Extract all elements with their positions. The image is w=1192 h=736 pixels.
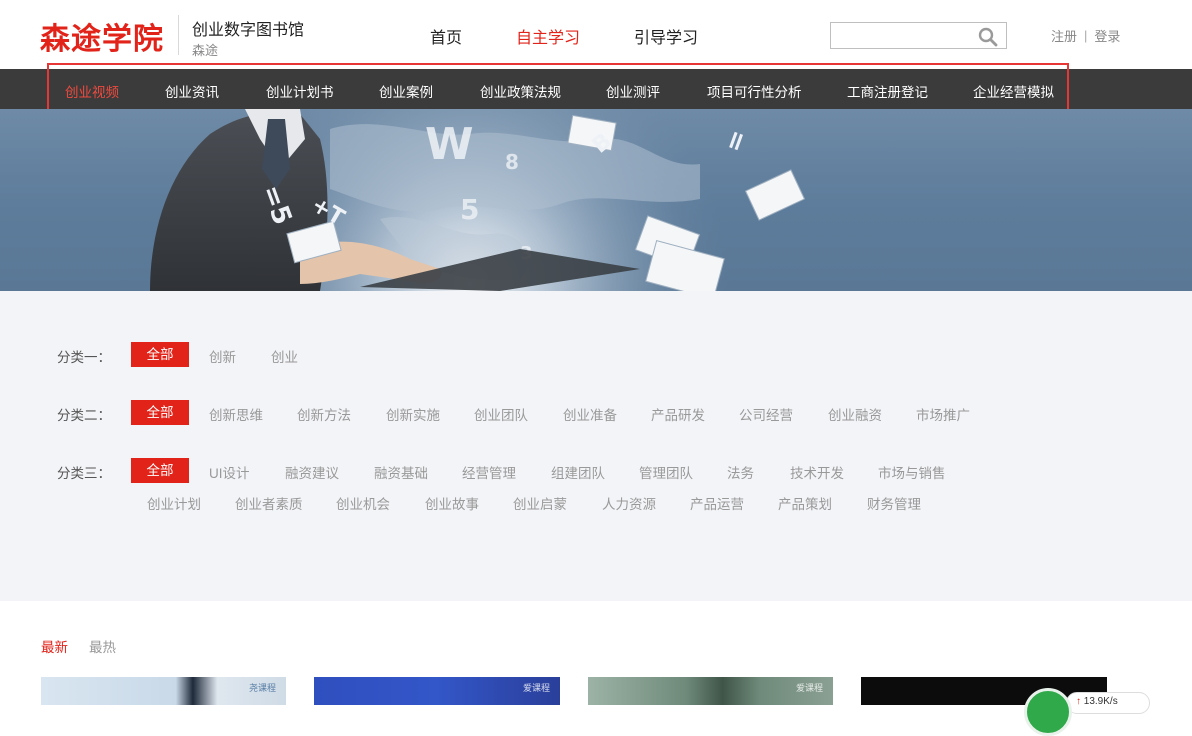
filter-row2-tag[interactable]: 创新实施 (386, 404, 440, 424)
network-speed-widget[interactable]: ↑ 13.9K/s (1024, 688, 1150, 736)
filter-row1-all[interactable]: 全部 (131, 342, 189, 367)
filter-row2-tag[interactable]: 公司经营 (739, 404, 793, 424)
speed-readout: ↑ 13.9K/s (1076, 696, 1118, 707)
filter-row3-tag[interactable]: 经营管理 (462, 462, 516, 482)
nav-self-study[interactable]: 自主学习 (516, 24, 580, 48)
filter-row1-tag[interactable]: 创新 (209, 346, 236, 366)
filter-row3-tag[interactable]: 管理团队 (639, 462, 693, 482)
nav-guided-study[interactable]: 引导学习 (634, 24, 698, 48)
video-card[interactable]: 爱课程 (314, 677, 560, 705)
video-card[interactable]: 爱课程 (588, 677, 833, 705)
top-nav: 首页 自主学习 引导学习 (430, 24, 698, 48)
category-bar-highlight-frame (47, 63, 1069, 112)
filter-row3-tag[interactable]: 法务 (727, 462, 754, 482)
filter-row3-all[interactable]: 全部 (131, 458, 189, 483)
filter-row3-tag[interactable]: 产品运营 (690, 493, 744, 513)
filter-row3-tag[interactable]: 融资建议 (285, 462, 339, 482)
site-header: 森途学院 创业数字图书馆 森途 首页 自主学习 引导学习 注册 | 登录 (0, 0, 1192, 69)
banner-image: W =5 +T 5 8 = B 3 (0, 109, 1192, 291)
card-watermark: 爱课程 (795, 683, 823, 693)
svg-text:W: W (425, 119, 474, 170)
filter-row2-all[interactable]: 全部 (131, 400, 189, 425)
search-input[interactable] (831, 23, 971, 48)
filter-row3-tag[interactable]: 创业者素质 (235, 493, 303, 513)
card-watermark: 爱课程 (522, 683, 550, 693)
filter-row2-tag[interactable]: 创业准备 (563, 404, 617, 424)
speed-ring-icon (1024, 688, 1072, 736)
filter-row3-label: 分类三： (57, 466, 111, 481)
library-subtitle: 森途 (192, 43, 219, 58)
filter-row2-tag[interactable]: 市场推广 (916, 404, 970, 424)
filter-panel: 分类一： 全部 创新 创业 分类二： 全部 创新思维 创新方法 创新实施 创业团… (0, 291, 1192, 601)
filter-row1-label: 分类一： (57, 350, 111, 365)
card-watermark: 尧课程 (248, 683, 276, 693)
filter-row2-tag[interactable]: 创业团队 (474, 404, 528, 424)
video-card[interactable]: 尧课程 (41, 677, 286, 705)
filter-row3-tag[interactable]: 融资基础 (374, 462, 428, 482)
login-link[interactable]: 登录 (1094, 26, 1120, 45)
filter-row2-label: 分类二： (57, 408, 111, 423)
auth-separator: | (1084, 28, 1088, 43)
register-link[interactable]: 注册 (1051, 26, 1077, 45)
filter-row3-tag[interactable]: UI设计 (209, 462, 250, 482)
svg-text:5: 5 (460, 193, 479, 226)
svg-text:8: 8 (505, 150, 519, 174)
hero-banner: W =5 +T 5 8 = B 3 (0, 109, 1192, 291)
nav-home[interactable]: 首页 (430, 24, 462, 48)
sort-newest-tab[interactable]: 最新 (41, 636, 68, 656)
auth-links: 注册 | 登录 (1051, 26, 1120, 45)
filter-row3-tag[interactable]: 组建团队 (551, 462, 605, 482)
upload-arrow-icon: ↑ (1076, 696, 1081, 707)
filter-row2-tag[interactable]: 产品研发 (651, 404, 705, 424)
search-icon[interactable] (978, 27, 998, 47)
filter-row3-tag[interactable]: 人力资源 (602, 493, 656, 513)
site-logo[interactable]: 森途学院 (40, 14, 164, 58)
filter-row3-tag[interactable]: 财务管理 (867, 493, 921, 513)
filter-row3-tag[interactable]: 市场与销售 (878, 462, 946, 482)
filter-row3-tag[interactable]: 创业计划 (147, 493, 201, 513)
logo-divider (178, 15, 179, 55)
filter-row3-tag[interactable]: 产品策划 (778, 493, 832, 513)
sort-hottest-tab[interactable]: 最热 (89, 636, 116, 656)
filter-row2-tag[interactable]: 创新方法 (297, 404, 351, 424)
filter-row2-tag[interactable]: 创新思维 (209, 404, 263, 424)
filter-row3-tag[interactable]: 技术开发 (790, 462, 844, 482)
search-box (830, 22, 1007, 49)
filter-row3-tag[interactable]: 创业故事 (425, 493, 479, 513)
filter-row3-tag[interactable]: 创业启蒙 (513, 493, 567, 513)
filter-row3-tag[interactable]: 创业机会 (336, 493, 390, 513)
speed-value: 13.9K/s (1083, 696, 1118, 707)
filter-row1-tag[interactable]: 创业 (271, 346, 298, 366)
library-title: 创业数字图书馆 (192, 22, 305, 39)
filter-row2-tag[interactable]: 创业融资 (828, 404, 882, 424)
